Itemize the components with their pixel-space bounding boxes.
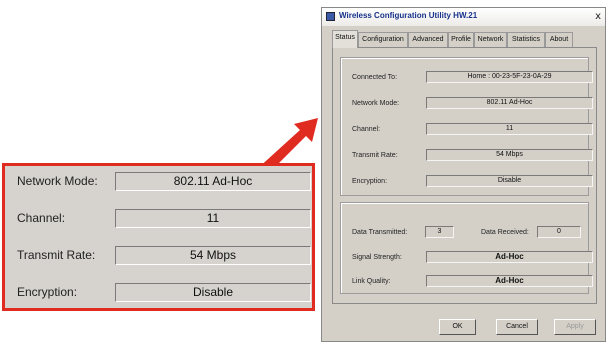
wireless-config-window: Wireless Configuration Utility HW.21 x S…: [321, 7, 606, 342]
transmit-rate-label: Transmit Rate:: [352, 152, 398, 159]
network-mode-value: 802.11 Ad-Hoc: [426, 97, 593, 109]
link-quality-value: Ad-Hoc: [426, 275, 593, 287]
callout-label: Encryption:: [17, 285, 78, 299]
callout-label: Channel:: [17, 211, 66, 225]
tab-status[interactable]: Status: [332, 30, 358, 48]
connected-to-value: Home : 00-23-5F-23-0A-29: [426, 71, 593, 83]
callout-value: Disable: [115, 283, 311, 302]
link-quality-label: Link Quality:: [352, 278, 391, 285]
app-icon: [326, 12, 335, 21]
tab-about[interactable]: About: [545, 32, 573, 47]
signal-strength-value: Ad-Hoc: [426, 251, 593, 263]
data-transmitted-value: 3: [425, 226, 454, 238]
tab-configuration[interactable]: Configuration: [358, 32, 408, 47]
statistics-group: Data Transmitted: 3 Data Received: 0 Sig…: [340, 202, 593, 294]
connection-group: Connected To: Home : 00-23-5F-23-0A-29 N…: [340, 57, 593, 196]
tab-advanced[interactable]: Advanced: [408, 32, 448, 47]
callout-row-encryption: Encryption: Disable: [5, 282, 312, 304]
zoom-callout: Network Mode: 802.11 Ad-Hoc Channel: 11 …: [2, 163, 315, 311]
cancel-button[interactable]: Cancel: [496, 319, 538, 335]
signal-strength-label: Signal Strength:: [352, 254, 402, 261]
tab-network[interactable]: Network: [474, 32, 507, 47]
tab-profile[interactable]: Profile: [448, 32, 474, 47]
apply-button[interactable]: Apply: [554, 319, 596, 335]
close-button[interactable]: x: [595, 11, 601, 22]
ok-button[interactable]: OK: [439, 319, 476, 335]
tab-statistics[interactable]: Statistics: [507, 32, 545, 47]
callout-row-transmit-rate: Transmit Rate: 54 Mbps: [5, 245, 312, 267]
callout-label: Transmit Rate:: [17, 248, 96, 262]
encryption-label: Encryption:: [352, 178, 388, 185]
callout-value: 54 Mbps: [115, 246, 311, 265]
title-bar[interactable]: Wireless Configuration Utility HW.21 x: [322, 8, 605, 26]
callout-row-network-mode: Network Mode: 802.11 Ad-Hoc: [5, 171, 312, 193]
channel-value: 11: [426, 123, 593, 135]
channel-label: Channel:: [352, 126, 381, 133]
callout-value: 11: [115, 209, 311, 228]
callout-value: 802.11 Ad-Hoc: [115, 172, 311, 191]
callout-label: Network Mode:: [17, 174, 98, 188]
data-transmitted-label: Data Transmitted:: [352, 229, 408, 236]
data-received-value: 0: [537, 226, 581, 238]
transmit-rate-value: 54 Mbps: [426, 149, 593, 161]
data-received-label: Data Received:: [481, 229, 529, 236]
status-panel: Connected To: Home : 00-23-5F-23-0A-29 N…: [332, 47, 597, 304]
window-title: Wireless Configuration Utility HW.21: [339, 11, 478, 20]
network-mode-label: Network Mode:: [352, 100, 400, 107]
callout-row-channel: Channel: 11: [5, 208, 312, 230]
encryption-value: Disable: [426, 175, 593, 187]
connected-to-label: Connected To:: [352, 74, 398, 81]
